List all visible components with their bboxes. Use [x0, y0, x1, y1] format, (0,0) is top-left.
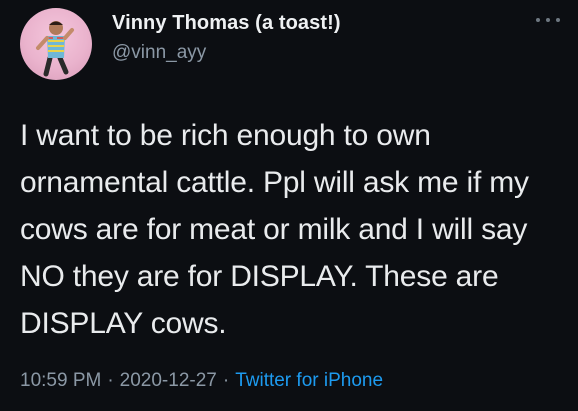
avatar[interactable]: [20, 8, 92, 80]
tweet-metadata: 10:59 PM · 2020-12-27 · Twitter for iPhone: [20, 370, 383, 392]
user-handle[interactable]: @vinn_ayy: [112, 42, 206, 64]
display-name[interactable]: Vinny Thomas (a toast!): [112, 12, 341, 35]
more-options-icon[interactable]: [536, 12, 560, 28]
tweet-text: I want to be rich enough to own ornament…: [20, 119, 529, 340]
tweet-time[interactable]: 10:59 PM: [20, 370, 101, 391]
tweet-source-link[interactable]: Twitter for iPhone: [235, 370, 383, 391]
separator: ·: [222, 370, 230, 391]
tweet-date[interactable]: 2020-12-27: [120, 370, 217, 391]
person-icon: [36, 21, 74, 77]
tweet-card: Vinny Thomas (a toast!) @vinn_ayy I want…: [0, 0, 578, 411]
separator: ·: [107, 370, 114, 391]
